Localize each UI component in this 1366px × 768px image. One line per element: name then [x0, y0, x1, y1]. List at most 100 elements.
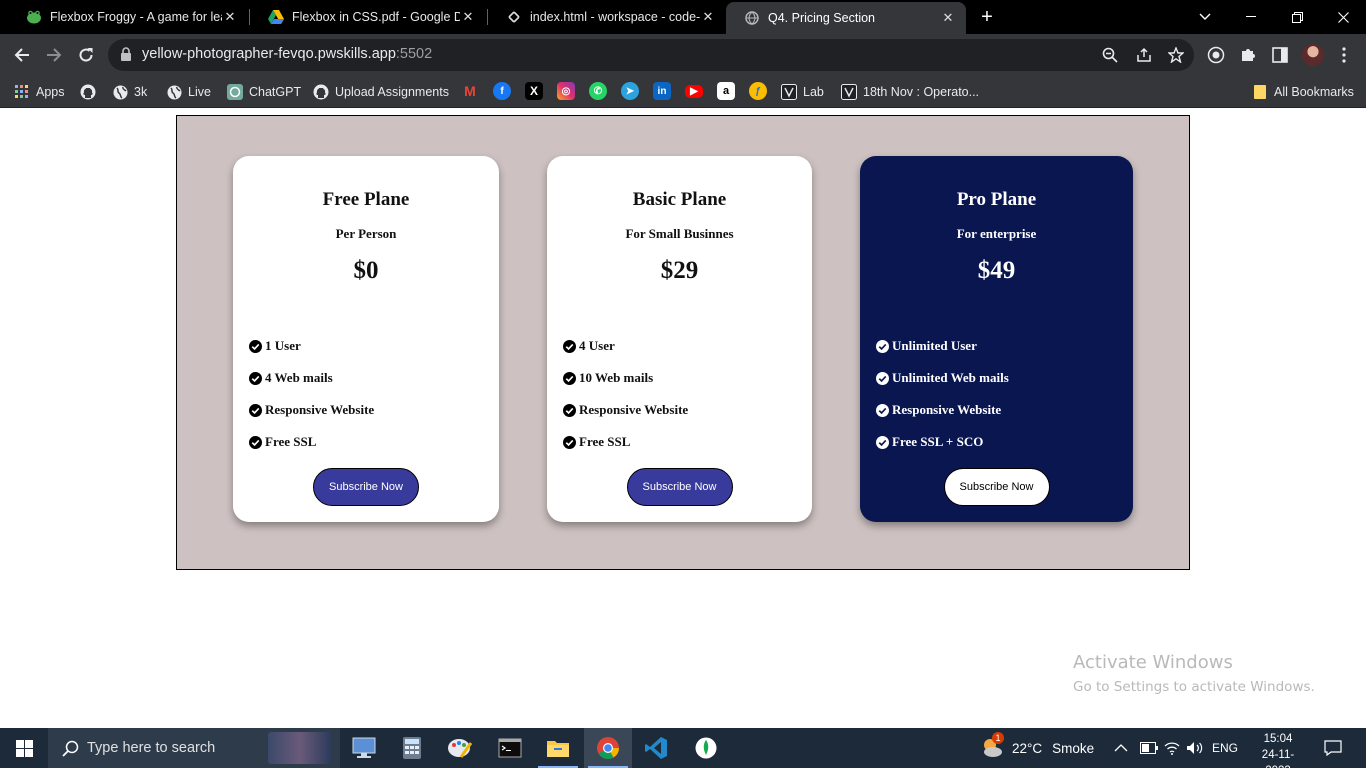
- taskbar-app-vscode[interactable]: [632, 728, 680, 768]
- plan-subtitle: For enterprise: [956, 226, 1037, 241]
- feature-item: 4 User: [563, 330, 688, 362]
- weather-icon: 1: [980, 732, 1004, 760]
- lab-icon: [781, 84, 797, 100]
- tab-pricing-section[interactable]: Q4. Pricing Section ✕: [726, 2, 966, 34]
- instagram-icon[interactable]: ◎: [557, 82, 575, 100]
- taskbar-app-chrome[interactable]: [584, 728, 632, 768]
- windows-logo-icon: [15, 739, 33, 757]
- taskbar-app-calculator[interactable]: [388, 728, 436, 768]
- taskbar-app-file-explorer[interactable]: [534, 728, 582, 768]
- new-tab-button[interactable]: +: [976, 6, 998, 28]
- feature-item: Free SSL: [563, 426, 688, 458]
- wifi-icon[interactable]: [1164, 728, 1180, 768]
- x-twitter-icon[interactable]: X: [525, 82, 543, 100]
- address-bar[interactable]: yellow-photographer-fevqo.pwskills.app:5…: [108, 39, 1194, 71]
- bookmark-lab[interactable]: Lab: [781, 82, 824, 102]
- bookmark-github[interactable]: [80, 82, 102, 102]
- bookmark-3k[interactable]: 3k: [112, 82, 147, 102]
- gmail-icon[interactable]: M: [461, 82, 479, 100]
- feature-list: Unlimited User Unlimited Web mails Respo…: [876, 330, 1009, 458]
- taskbar-app-remote-desktop[interactable]: [340, 728, 388, 768]
- globe-icon: [112, 84, 128, 100]
- subscribe-button[interactable]: Subscribe Now: [626, 468, 733, 506]
- back-button[interactable]: [10, 43, 34, 67]
- feature-list: 4 User 10 Web mails Responsive Website F…: [563, 330, 688, 458]
- flipkart-icon[interactable]: ƒ: [749, 82, 767, 100]
- tab-google-drive[interactable]: Flexbox in CSS.pdf - Google Drive ✕: [250, 0, 486, 34]
- github-icon: [313, 84, 329, 100]
- bookmark-chatgpt[interactable]: ChatGPT: [227, 82, 301, 102]
- extensions-puzzle-icon[interactable]: [1238, 45, 1258, 65]
- bookmark-upload-assignments[interactable]: Upload Assignments: [313, 82, 449, 102]
- watermark-title: Activate Windows: [1073, 652, 1233, 673]
- linkedin-icon[interactable]: in: [653, 82, 671, 100]
- profile-avatar[interactable]: [1302, 44, 1324, 66]
- bookmark-live[interactable]: Live: [166, 82, 211, 102]
- taskbar-app-paint[interactable]: [436, 728, 484, 768]
- check-circle-icon: [876, 435, 889, 449]
- youtube-icon[interactable]: ▶: [685, 85, 703, 98]
- search-highlight-image[interactable]: [268, 732, 332, 764]
- weather-widget[interactable]: 1 22°C Smoke: [980, 728, 1094, 768]
- minimize-button[interactable]: [1228, 0, 1274, 34]
- watermark-subtitle: Go to Settings to activate Windows.: [1073, 679, 1315, 695]
- close-icon[interactable]: ✕: [460, 9, 476, 25]
- extension-circle-icon[interactable]: [1206, 45, 1226, 65]
- notification-center-button[interactable]: [1324, 728, 1342, 768]
- subscribe-button[interactable]: Subscribe Now: [943, 468, 1050, 506]
- frog-icon: [26, 9, 42, 25]
- amazon-icon[interactable]: a: [717, 82, 735, 100]
- windows-taskbar: Type here to search 1 22°C Smoke ENG 15:…: [0, 728, 1366, 768]
- globe-icon: [166, 84, 182, 100]
- bookmarks-bar: Apps 3k Live ChatGPT Upload Assignments …: [0, 76, 1366, 108]
- tab-title: Flexbox in CSS.pdf - Google Drive: [292, 10, 460, 24]
- google-drive-icon: [268, 9, 284, 25]
- forward-button[interactable]: [42, 43, 66, 67]
- close-window-button[interactable]: [1320, 0, 1366, 34]
- tab-code-server[interactable]: index.html - workspace - code-server ✕: [488, 0, 726, 34]
- language-indicator[interactable]: ENG: [1212, 728, 1238, 768]
- check-circle-icon: [249, 403, 262, 417]
- all-bookmarks-folder[interactable]: All Bookmarks: [1252, 82, 1354, 102]
- check-circle-icon: [563, 435, 576, 449]
- vscode-icon: [645, 737, 667, 759]
- close-icon[interactable]: ✕: [940, 10, 956, 26]
- start-button[interactable]: [0, 728, 48, 768]
- show-hidden-icons-button[interactable]: [1114, 728, 1128, 768]
- reload-button[interactable]: [74, 43, 98, 67]
- tab-title: index.html - workspace - code-server: [530, 10, 700, 24]
- menu-kebab-icon[interactable]: [1334, 45, 1354, 65]
- side-panel-icon[interactable]: [1270, 45, 1290, 65]
- restore-button[interactable]: [1274, 0, 1320, 34]
- facebook-icon[interactable]: f: [493, 82, 511, 100]
- feature-item: Responsive Website: [249, 394, 374, 426]
- whatsapp-icon[interactable]: ✆: [589, 82, 607, 100]
- subscribe-button[interactable]: Subscribe Now: [313, 468, 419, 506]
- check-circle-icon: [876, 339, 889, 353]
- lock-icon[interactable]: [120, 47, 132, 66]
- share-icon[interactable]: [1135, 46, 1153, 64]
- taskbar-app-terminal[interactable]: [486, 728, 534, 768]
- chrome-icon: [597, 737, 619, 759]
- plan-subtitle: For Small Businnes: [625, 226, 734, 241]
- bookmark-18th-nov[interactable]: 18th Nov : Operato...: [841, 82, 979, 102]
- clock-date: 24-11-2023: [1261, 749, 1295, 768]
- page-viewport: Free Plane Per Person $0 1 User 4 Web ma…: [0, 109, 1366, 728]
- mongodb-icon: [695, 737, 717, 759]
- volume-icon[interactable]: [1186, 728, 1204, 768]
- system-clock[interactable]: 15:04 24-11-2023: [1252, 731, 1304, 768]
- feature-item: Responsive Website: [563, 394, 688, 426]
- close-icon[interactable]: ✕: [222, 9, 238, 25]
- search-icon: [62, 740, 79, 757]
- close-icon[interactable]: ✕: [700, 9, 716, 25]
- taskbar-search-box[interactable]: Type here to search: [48, 728, 340, 768]
- tab-flexbox-froggy[interactable]: Flexbox Froggy - A game for learning CSS…: [8, 0, 248, 34]
- taskbar-app-mongodb[interactable]: [682, 728, 730, 768]
- bookmark-star-icon[interactable]: [1167, 46, 1185, 64]
- bookmark-apps[interactable]: Apps: [14, 82, 65, 102]
- plan-name: Free Plane: [322, 189, 410, 210]
- battery-icon[interactable]: [1140, 728, 1158, 768]
- telegram-icon[interactable]: ➤: [621, 82, 639, 100]
- tab-search-chevron-icon[interactable]: [1182, 0, 1228, 34]
- zoom-icon[interactable]: [1101, 46, 1119, 64]
